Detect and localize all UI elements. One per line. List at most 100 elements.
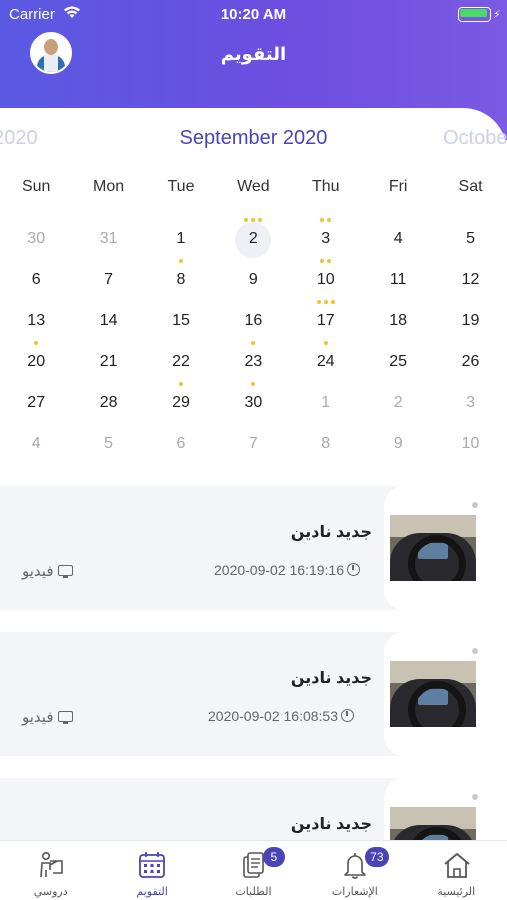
calendar-day[interactable]: 1	[145, 216, 217, 257]
clock-icon	[347, 563, 360, 576]
calendar-day[interactable]: 30	[0, 216, 72, 257]
calendar-day-number: 2	[393, 394, 403, 411]
month-selector[interactable]: t 2020 September 2020 Octobe	[0, 127, 507, 157]
unread-dot	[472, 648, 478, 654]
event-dots	[72, 423, 144, 429]
calendar-day[interactable]: 4	[362, 216, 434, 257]
event-dots	[145, 300, 217, 306]
calendar-day[interactable]: 15	[145, 298, 217, 339]
calendar-day[interactable]: 31	[72, 216, 144, 257]
next-month-label[interactable]: Octobe	[443, 127, 507, 150]
calendar-day-number: 4	[31, 435, 41, 452]
calendar-day[interactable]: 26	[434, 339, 506, 380]
calendar-day[interactable]: 5	[72, 421, 144, 462]
calendar-day-number: 5	[104, 435, 114, 452]
calendar-day-number: 13	[27, 312, 46, 329]
weekday-fri: Fri	[388, 178, 408, 195]
calendar-day[interactable]: 8	[145, 257, 217, 298]
event-card[interactable]: جديد نادين 2020-09-02 16:19:16 فيديو	[0, 486, 507, 632]
calendar-day[interactable]: 16	[217, 298, 289, 339]
calendar-day[interactable]: 5	[434, 216, 506, 257]
tab-home[interactable]: الرئيسية	[406, 841, 507, 900]
calendar-day[interactable]: 7	[217, 421, 289, 462]
calendar-day[interactable]: 9	[217, 257, 289, 298]
event-card[interactable]: جديد نادين 2020-09-02 16:08:53 فيديو	[0, 632, 507, 778]
event-dot	[251, 218, 256, 222]
tab-requests[interactable]: 5 الطلبات	[203, 841, 304, 900]
tab-notifications[interactable]: 73 الإشعارات	[304, 841, 405, 900]
calendar-week: 6 7 8 9 10 11 12	[0, 257, 507, 298]
calendar-grid: 30 31 1 2 3 4 5 6 7 8 9 10 11 12 13 14 15 16 17 18 19 20 21 22 2…	[0, 216, 507, 462]
event-type: فيديو	[22, 708, 73, 726]
calendar-day[interactable]: 19	[434, 298, 506, 339]
calendar-day-number: 8	[176, 271, 186, 288]
calendar-day-number: 5	[466, 230, 475, 247]
calendar-week: 4 5 6 7 8 9 10	[0, 421, 507, 462]
event-dots	[434, 218, 506, 224]
calendar-day-number: 16	[244, 312, 263, 329]
calendar-day[interactable]: 18	[362, 298, 434, 339]
event-thumbnail[interactable]	[390, 661, 476, 727]
event-dots	[72, 382, 144, 388]
calendar-day-number: 6	[176, 435, 186, 452]
calendar-day-selected[interactable]: 2	[217, 216, 289, 258]
calendar-day[interactable]: 7	[72, 257, 144, 298]
calendar-day-number: 10	[461, 435, 480, 452]
event-dots	[0, 218, 72, 224]
calendar-week: 30 31 1 2 3 4 5	[0, 216, 507, 258]
calendar-day[interactable]: 22	[145, 339, 217, 380]
event-dot	[178, 259, 183, 263]
calendar-day[interactable]: 9	[362, 421, 434, 462]
event-dots	[362, 300, 434, 306]
calendar-day-number: 19	[461, 312, 480, 329]
calendar-day[interactable]: 27	[0, 380, 72, 421]
calendar-day[interactable]: 29	[145, 380, 217, 421]
calendar-day[interactable]: 30	[217, 380, 289, 421]
calendar-day-number: 1	[321, 394, 331, 411]
tab-calendar[interactable]: التقويم	[101, 841, 202, 900]
event-dots	[434, 382, 506, 388]
calendar-day[interactable]: 28	[72, 380, 144, 421]
event-dot	[258, 218, 263, 222]
calendar-day[interactable]: 10	[434, 421, 506, 462]
battery-icon: ⚡	[458, 7, 501, 22]
calendar-day-number: 25	[389, 353, 408, 370]
calendar-day[interactable]: 17	[290, 298, 362, 339]
event-dots	[362, 259, 434, 265]
calendar-day[interactable]: 24	[290, 339, 362, 380]
calendar-day[interactable]: 21	[72, 339, 144, 380]
home-icon	[443, 853, 470, 878]
event-dots	[0, 423, 72, 429]
calendar-day[interactable]: 11	[362, 257, 434, 298]
calendar-day[interactable]: 25	[362, 339, 434, 380]
event-thumbnail[interactable]	[390, 515, 476, 581]
calendar-day[interactable]: 23	[217, 339, 289, 380]
calendar-day[interactable]: 14	[72, 298, 144, 339]
tab-lessons[interactable]: دروسي	[0, 841, 101, 900]
calendar-day[interactable]: 4	[0, 421, 72, 462]
calendar-day[interactable]: 2	[362, 380, 434, 421]
calendar-day[interactable]: 3	[434, 380, 506, 421]
calendar-day-number: 27	[27, 394, 46, 411]
calendar-day[interactable]: 20	[0, 339, 72, 380]
tab-bar: دروسي التقويم 5 الطلبات 73 الإشعارات الر…	[0, 840, 507, 900]
weekday-mon: Mon	[93, 178, 125, 195]
calendar-day-number: 23	[244, 353, 263, 370]
weekday-thu: Thu	[311, 178, 340, 195]
calendar-week: 27 28 29 30 1 2 3	[0, 380, 507, 421]
calendar-day[interactable]: 10	[290, 257, 362, 298]
calendar-day[interactable]: 1	[290, 380, 362, 421]
calendar-week: 20 21 22 23 24 25 26	[0, 339, 507, 380]
calendar-day[interactable]: 8	[290, 421, 362, 462]
weekday-header: Sun Mon Tue Wed Thu Fri Sat	[0, 178, 507, 200]
calendar-day[interactable]: 6	[0, 257, 72, 298]
calendar-day[interactable]: 12	[434, 257, 506, 298]
teacher-icon	[40, 851, 63, 878]
event-type-text: فيديو	[22, 563, 54, 580]
monitor-icon	[57, 565, 73, 578]
event-dots	[362, 218, 434, 224]
calendar-day-number: 31	[99, 230, 118, 247]
calendar-day[interactable]: 3	[290, 216, 362, 257]
calendar-day[interactable]: 6	[145, 421, 217, 462]
calendar-day[interactable]: 13	[0, 298, 72, 339]
